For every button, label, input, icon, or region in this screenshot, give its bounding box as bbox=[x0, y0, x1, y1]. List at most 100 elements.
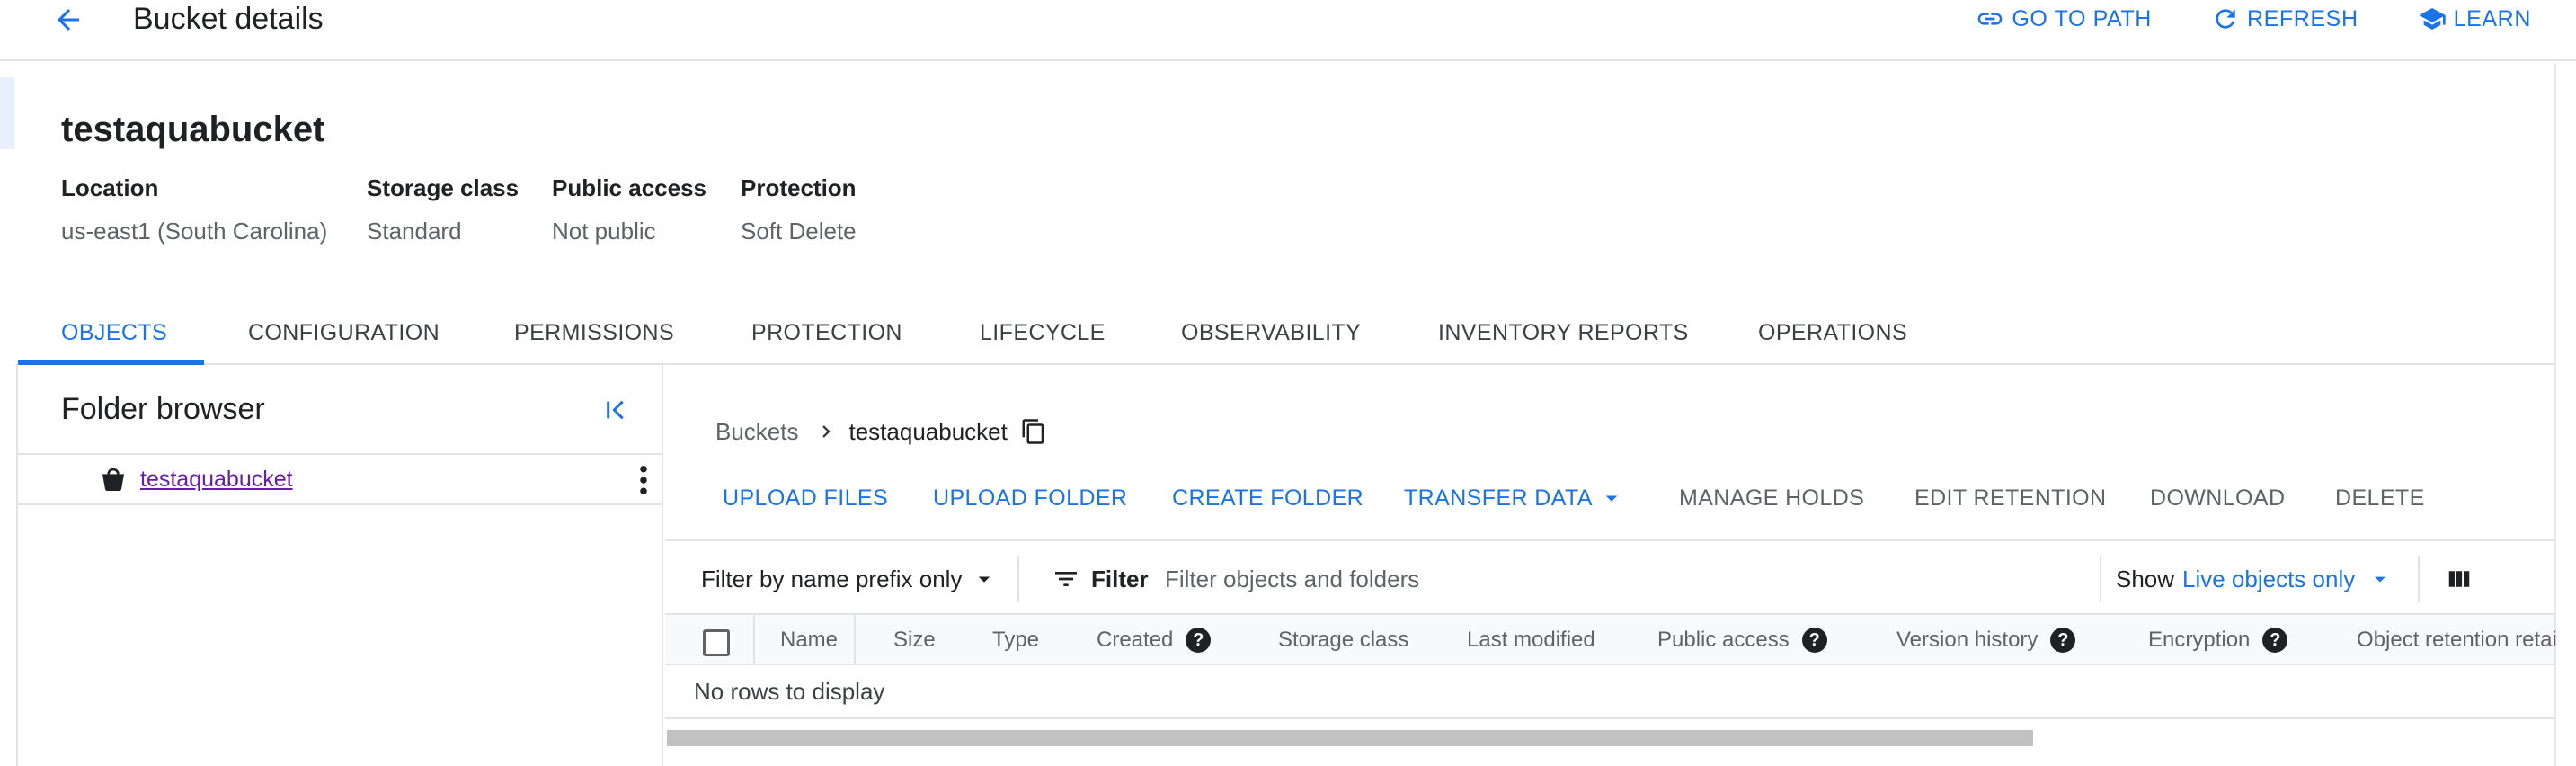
arrow-drop-down-icon bbox=[979, 576, 990, 583]
column-divider bbox=[854, 615, 856, 665]
transfer-data-button[interactable]: TRANSFER DATA bbox=[1404, 477, 1625, 520]
column-display-button[interactable] bbox=[2441, 561, 2477, 597]
column-header-size[interactable]: Size bbox=[893, 615, 936, 665]
transfer-data-label: TRANSFER DATA bbox=[1404, 485, 1593, 511]
tab-operations[interactable]: OPERATIONS bbox=[1758, 311, 1907, 365]
help-icon[interactable]: ? bbox=[2262, 628, 2288, 653]
school-icon bbox=[2418, 8, 2446, 30]
column-label: Public access bbox=[1657, 628, 1790, 652]
filter-input[interactable] bbox=[1165, 559, 1848, 599]
refresh-button[interactable]: REFRESH bbox=[2211, 0, 2358, 38]
go-to-path-button[interactable]: GO TO PATH bbox=[1976, 0, 2152, 38]
more-vert-icon[interactable] bbox=[635, 464, 653, 496]
column-header-storage-class[interactable]: Storage class bbox=[1278, 615, 1408, 665]
info-value: us-east1 (South Carolina) bbox=[61, 218, 328, 245]
column-header-name[interactable]: Name bbox=[780, 615, 838, 665]
upload-files-button[interactable]: UPLOAD FILES bbox=[723, 477, 888, 520]
breadcrumb-root[interactable]: Buckets bbox=[715, 418, 799, 446]
column-header-encryption[interactable]: Encryption ? bbox=[2148, 615, 2288, 665]
info-protection: Protection Soft Delete bbox=[741, 173, 857, 246]
breadcrumb: Buckets testaquabucket bbox=[715, 415, 1047, 448]
page-title: Bucket details bbox=[133, 2, 324, 36]
help-icon[interactable]: ? bbox=[1801, 628, 1827, 653]
info-storage-class: Storage class Standard bbox=[367, 173, 519, 246]
edit-retention-button[interactable]: EDIT RETENTION bbox=[1914, 477, 2107, 520]
tab-lifecycle[interactable]: LIFECYCLE bbox=[980, 311, 1106, 365]
info-value: Not public bbox=[552, 218, 656, 245]
empty-state-row: No rows to display bbox=[665, 667, 2554, 719]
download-button[interactable]: DOWNLOAD bbox=[2150, 477, 2285, 520]
show-objects-select[interactable]: Live objects only bbox=[2182, 561, 2393, 597]
column-label: Created bbox=[1097, 628, 1174, 652]
filter-button[interactable]: Filter bbox=[1052, 561, 1149, 597]
bucket-icon bbox=[102, 468, 124, 492]
folder-browser-panel: Folder browser testaquabucket bbox=[16, 365, 663, 766]
breadcrumb-current: testaquabucket bbox=[848, 417, 1008, 445]
chevron-right-icon bbox=[815, 421, 837, 442]
column-header-object-retention[interactable]: Object retention retai bbox=[2357, 615, 2557, 665]
info-label: Storage class bbox=[367, 174, 520, 201]
column-label: Name bbox=[780, 628, 839, 652]
back-button[interactable] bbox=[47, 0, 90, 40]
tab-bar: OBJECTS CONFIGURATION PERMISSIONS PROTEC… bbox=[18, 311, 2554, 365]
show-objects-value: Live objects only bbox=[2182, 565, 2356, 592]
top-app-bar: Bucket details GO TO PATH REFRESH LEARN bbox=[0, 0, 2576, 61]
info-location: Location us-east1 (South Carolina) bbox=[61, 173, 327, 246]
view-column-icon bbox=[2448, 571, 2470, 587]
info-label: Public access bbox=[552, 174, 706, 201]
info-label: Location bbox=[61, 174, 159, 201]
folder-tree-item[interactable]: testaquabucket bbox=[16, 453, 663, 505]
divider bbox=[2418, 556, 2420, 602]
object-toolbar: UPLOAD FILES UPLOAD FOLDER CREATE FOLDER… bbox=[665, 477, 2554, 541]
horizontal-scrollbar-thumb[interactable] bbox=[667, 730, 2033, 746]
info-value: Standard bbox=[367, 218, 462, 245]
info-value: Soft Delete bbox=[741, 218, 857, 245]
folder-tree-item-link[interactable]: testaquabucket bbox=[140, 464, 293, 494]
column-header-created[interactable]: Created ? bbox=[1097, 615, 1212, 665]
go-to-path-label: GO TO PATH bbox=[2012, 6, 2152, 31]
header-actions: GO TO PATH REFRESH LEARN bbox=[1976, 0, 2531, 38]
upload-folder-button[interactable]: UPLOAD FOLDER bbox=[933, 477, 1127, 520]
tab-permissions[interactable]: PERMISSIONS bbox=[514, 311, 674, 365]
help-icon[interactable]: ? bbox=[2050, 628, 2076, 653]
empty-state-text: No rows to display bbox=[694, 678, 885, 705]
tab-protection[interactable]: PROTECTION bbox=[751, 311, 902, 365]
collapse-panel-button[interactable] bbox=[597, 390, 636, 430]
column-header-type[interactable]: Type bbox=[992, 615, 1039, 665]
filter-prefix-select[interactable]: Filter by name prefix only bbox=[701, 561, 998, 597]
column-label: Object retention retai bbox=[2357, 628, 2557, 652]
column-header-version-history[interactable]: Version history ? bbox=[1896, 615, 2076, 665]
column-header-public-access[interactable]: Public access ? bbox=[1657, 615, 1827, 665]
tab-observability[interactable]: OBSERVABILITY bbox=[1181, 311, 1361, 365]
copy-icon[interactable] bbox=[1020, 418, 1047, 445]
filter-prefix-label: Filter by name prefix only bbox=[701, 565, 963, 592]
delete-button[interactable]: DELETE bbox=[2335, 477, 2425, 520]
column-label: Size bbox=[893, 628, 936, 652]
manage-holds-button[interactable]: MANAGE HOLDS bbox=[1679, 477, 1864, 520]
collapse-left-icon bbox=[607, 400, 624, 420]
show-label: Show bbox=[2116, 565, 2175, 592]
tab-configuration[interactable]: CONFIGURATION bbox=[248, 311, 440, 365]
create-folder-button[interactable]: CREATE FOLDER bbox=[1172, 477, 1364, 520]
help-icon[interactable]: ? bbox=[1186, 628, 1212, 653]
learn-button[interactable]: LEARN bbox=[2418, 0, 2531, 38]
refresh-label: REFRESH bbox=[2246, 6, 2358, 31]
column-label: Last modified bbox=[1467, 628, 1595, 652]
divider bbox=[1017, 556, 1019, 602]
link-icon bbox=[1978, 13, 2003, 25]
learn-label: LEARN bbox=[2453, 6, 2531, 31]
nav-rail-highlight bbox=[0, 77, 14, 149]
tab-objects[interactable]: OBJECTS bbox=[61, 311, 167, 365]
vertical-scrollbar[interactable] bbox=[2554, 63, 2576, 766]
arrow-back-icon bbox=[58, 9, 79, 31]
column-divider bbox=[753, 615, 755, 665]
horizontal-scrollbar[interactable] bbox=[665, 728, 2554, 748]
tab-inventory-reports[interactable]: INVENTORY REPORTS bbox=[1438, 311, 1689, 365]
info-label: Protection bbox=[741, 174, 857, 201]
column-header-last-modified[interactable]: Last modified bbox=[1467, 615, 1595, 665]
column-label: Storage class bbox=[1278, 628, 1409, 652]
arrow-drop-down-icon bbox=[2375, 576, 2386, 583]
column-label: Version history bbox=[1896, 628, 2039, 652]
select-all-checkbox[interactable] bbox=[703, 629, 730, 656]
folder-browser-title: Folder browser bbox=[61, 392, 265, 426]
